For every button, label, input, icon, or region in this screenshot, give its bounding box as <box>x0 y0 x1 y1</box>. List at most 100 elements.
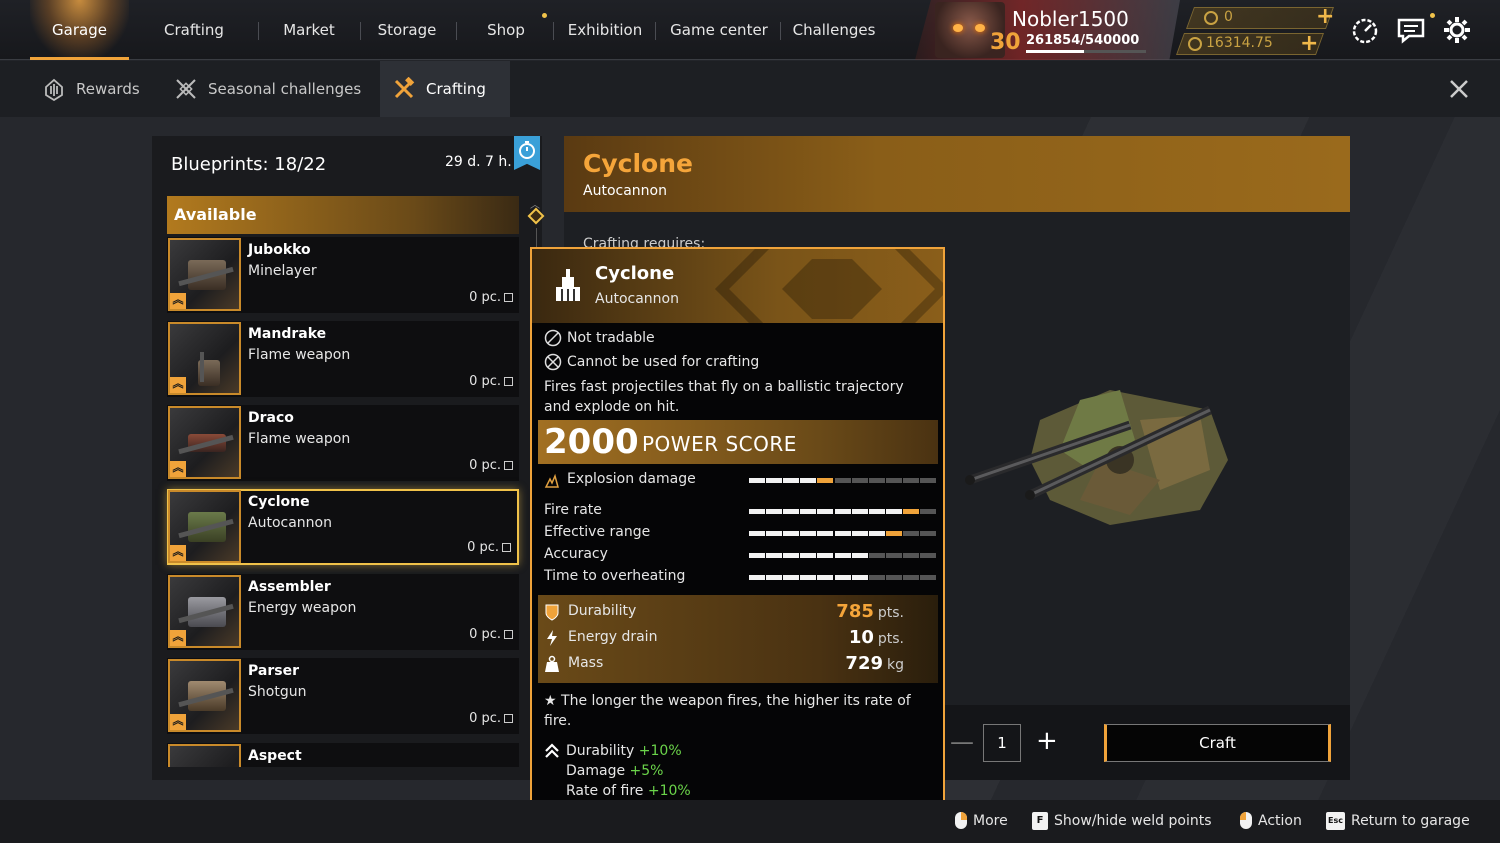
tab-crafting[interactable]: Crafting <box>380 61 510 117</box>
nav-game-center[interactable]: Game center <box>668 0 770 60</box>
star-icon: ★ <box>544 693 562 709</box>
stat-segment <box>783 553 800 558</box>
stat-segment <box>834 531 851 536</box>
username: Nobler1500 <box>1012 7 1129 31</box>
shield-icon <box>545 604 559 621</box>
blueprint-type: Flame weapon <box>248 347 351 363</box>
avatar-eye <box>953 24 963 32</box>
blueprint-name: Jubokko <box>248 242 311 258</box>
nav-exhibition[interactable]: Exhibition <box>562 0 648 60</box>
add-premium-button[interactable]: + <box>1316 6 1334 28</box>
blueprint-type: Flame weapon <box>248 431 351 447</box>
attribute-mass: Mass 729 kg <box>544 653 904 677</box>
craft-button[interactable]: Craft <box>1104 724 1331 762</box>
hammer-wrench-icon <box>394 77 415 99</box>
chat-icon[interactable] <box>1395 14 1427 46</box>
stat-segment <box>817 509 834 514</box>
blueprint-item-draco[interactable]: ︽ Draco Flame weapon 0 pc. <box>167 405 519 481</box>
stat-segment <box>817 575 834 580</box>
stat-segment <box>800 478 817 483</box>
blueprint-name: Assembler <box>248 579 331 595</box>
scroll-track[interactable] <box>536 228 537 248</box>
stat-segment <box>834 553 851 558</box>
tooltip-item-type: Autocannon <box>595 291 679 307</box>
stat-segment <box>834 478 851 483</box>
nav-separator <box>456 22 457 40</box>
blueprint-type: Energy weapon <box>248 600 357 616</box>
close-icon[interactable] <box>1448 78 1470 100</box>
blueprint-quantity: 0 pc. <box>469 290 513 305</box>
crossed-swords-icon <box>176 79 196 99</box>
nav-storage[interactable]: Storage <box>368 0 446 60</box>
increase-quantity-button[interactable]: + <box>1036 726 1058 756</box>
tab-seasonal-challenges[interactable]: Seasonal challenges <box>174 61 374 117</box>
tooltip-item-name: Cyclone <box>595 263 675 284</box>
available-section-header: Available <box>167 196 519 234</box>
gear-icon[interactable] <box>1441 14 1473 46</box>
hint-more[interactable]: More <box>955 812 1008 829</box>
nav-market[interactable]: Market <box>268 0 350 60</box>
coin-icon <box>1204 11 1218 25</box>
stat-segment <box>817 553 834 558</box>
blueprint-item-mandrake[interactable]: ︽ Mandrake Flame weapon 0 pc. <box>167 321 519 397</box>
hint-return-to-garage[interactable]: Esc Return to garage <box>1326 812 1470 830</box>
blueprint-thumbnail <box>168 744 241 767</box>
rank-chevron-icon: ︽ <box>170 293 186 309</box>
power-score-label: POWER SCORE <box>642 432 797 456</box>
blueprint-type: Shotgun <box>248 684 307 700</box>
nav-shop[interactable]: Shop <box>470 0 542 60</box>
stat-segment <box>749 531 765 536</box>
blueprint-item-jubokko[interactable]: ︽ Jubokko Minelayer 0 pc. <box>167 237 519 313</box>
stat-segment <box>885 553 902 558</box>
stat-segment <box>868 575 885 580</box>
no-crafting-line: Cannot be used for crafting <box>544 353 759 371</box>
stat-segment <box>851 575 868 580</box>
blueprint-item-cyclone[interactable]: ︽ Cyclone Autocannon 0 pc. <box>167 489 519 565</box>
stat-segment <box>920 509 936 514</box>
stat-row: Accuracy <box>544 546 936 566</box>
stat-segment <box>800 575 817 580</box>
weight-icon <box>545 655 559 672</box>
stat-bar <box>749 575 936 580</box>
decrease-quantity-button[interactable]: — <box>950 728 974 756</box>
player-level: 30 <box>990 30 1021 55</box>
stat-label: Explosion damage <box>567 471 696 487</box>
stat-segment <box>766 575 783 580</box>
storage-icon <box>504 714 513 723</box>
blueprints-count: Blueprints: 18/22 <box>171 154 327 175</box>
nav-crafting[interactable]: Crafting <box>140 0 248 60</box>
stat-row: Explosion damage <box>544 471 936 491</box>
storage-icon <box>502 543 511 552</box>
add-coins-button[interactable]: + <box>1300 33 1318 55</box>
rank-chevron-icon: ︽ <box>170 377 186 393</box>
mouse-right-icon <box>955 812 967 829</box>
stat-segment <box>902 553 919 558</box>
blueprint-quantity: 0 pc. <box>469 711 513 726</box>
nav-challenges[interactable]: Challenges <box>788 0 880 60</box>
blueprint-item-assembler[interactable]: ︽ Assembler Energy weapon 0 pc. <box>167 574 519 650</box>
blueprint-thumbnail: ︽ <box>168 322 241 395</box>
faction-emblem-icon <box>714 249 943 323</box>
tooltip-header: Cyclone Autocannon <box>532 249 943 323</box>
blueprint-item-aspect[interactable]: Aspect <box>167 743 519 767</box>
stat-segment <box>920 478 936 483</box>
stat-segment <box>851 509 868 514</box>
speedometer-icon[interactable] <box>1349 14 1381 46</box>
stat-segment <box>817 478 834 483</box>
stat-segment <box>868 553 885 558</box>
hint-action[interactable]: Action <box>1240 812 1302 829</box>
tab-rewards[interactable]: Rewards <box>42 61 162 117</box>
stat-segment <box>749 553 765 558</box>
storage-icon <box>504 377 513 386</box>
stat-segment <box>902 509 919 514</box>
nav-garage[interactable]: Garage <box>30 0 129 60</box>
tooltip-description: Fires fast projectiles that fly on a bal… <box>544 379 904 415</box>
hint-weld-points[interactable]: F Show/hide weld points <box>1032 812 1212 830</box>
blueprint-item-parser[interactable]: ︽ Parser Shotgun 0 pc. <box>167 658 519 734</box>
quantity-field[interactable]: 1 <box>983 724 1021 762</box>
avatar-eye <box>975 24 985 32</box>
xp-counter: 261854/540000 <box>1026 33 1140 48</box>
stat-row: Fire rate <box>544 502 936 522</box>
lightning-icon <box>547 630 557 646</box>
blueprint-name: Aspect <box>248 748 302 764</box>
